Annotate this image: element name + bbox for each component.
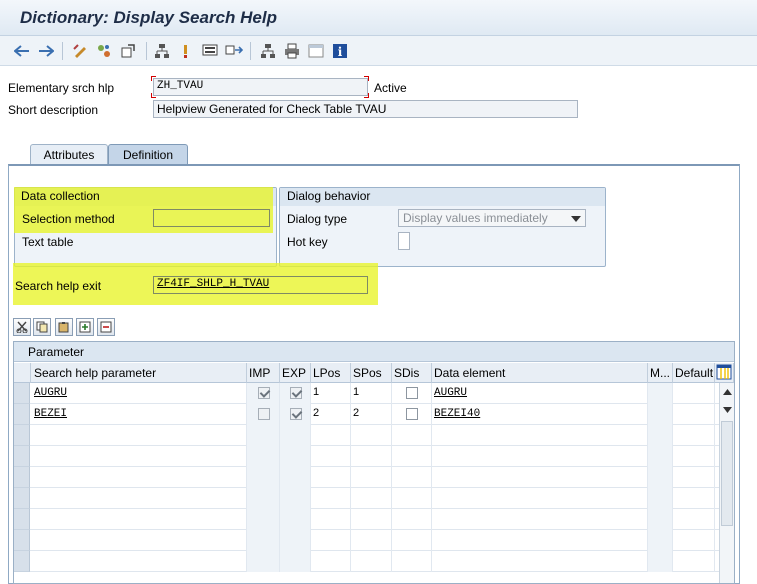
window-title: Dictionary: Display Search Help <box>20 8 277 27</box>
dialog-type-dropdown[interactable]: Display values immediately <box>398 209 586 227</box>
column-header-modify[interactable]: M... <box>648 363 673 383</box>
display-object-list-icon[interactable] <box>200 41 220 61</box>
lpos-value[interactable]: 1 <box>311 383 351 404</box>
tree-icon[interactable] <box>258 41 278 61</box>
default-cell[interactable] <box>673 404 715 425</box>
table-row[interactable] <box>14 530 719 551</box>
imp-checkbox[interactable] <box>258 387 270 399</box>
parameter-table-title: Parameter <box>28 345 85 359</box>
search-help-exit-label: Search help exit <box>15 279 102 293</box>
row-selector[interactable] <box>14 404 30 425</box>
scroll-down-icon[interactable] <box>723 407 732 413</box>
other-object-icon[interactable] <box>94 41 114 61</box>
elementary-search-help-field[interactable]: ZH_TVAU <box>153 78 368 96</box>
text-table-label: Text table <box>22 235 74 249</box>
selection-method-label: Selection method <box>22 212 115 226</box>
tab-definition[interactable]: Definition <box>108 144 188 165</box>
spos-value[interactable]: 2 <box>351 404 392 425</box>
sdis-checkbox[interactable] <box>406 408 418 420</box>
insert-row-icon[interactable] <box>76 318 94 336</box>
exp-checkbox[interactable] <box>290 387 302 399</box>
window-icon[interactable] <box>306 41 326 61</box>
sdis-checkbox[interactable] <box>406 387 418 399</box>
chevron-down-icon <box>571 216 581 222</box>
default-cell[interactable] <box>673 383 715 404</box>
hierarchy-icon[interactable] <box>152 41 172 61</box>
table-row[interactable] <box>14 425 719 446</box>
delete-row-icon[interactable] <box>97 318 115 336</box>
elementary-search-help-label: Elementary srch hlp <box>8 81 115 95</box>
tab-strip: Attributes Definition <box>10 144 740 165</box>
print-icon[interactable] <box>282 41 302 61</box>
data-collection-title: Data collection <box>21 189 100 203</box>
column-header-default[interactable]: Default <box>673 363 715 383</box>
select-all-header[interactable] <box>14 363 31 383</box>
parameter-table: Parameter Search help parameter IMP EXP … <box>13 341 735 584</box>
table-settings-icon[interactable] <box>715 363 734 383</box>
required-marker <box>364 76 369 81</box>
tab-attributes[interactable]: Attributes <box>30 144 108 165</box>
imp-checkbox[interactable] <box>258 408 270 420</box>
column-header-lpos[interactable]: LPos <box>311 363 351 383</box>
required-marker <box>364 93 369 98</box>
data-element-value[interactable]: BEZEI40 <box>434 408 480 420</box>
table-row[interactable]: AUGRU 1 1 AUGRU <box>14 383 719 404</box>
dialog-behavior-title: Dialog behavior <box>287 189 371 203</box>
column-header-data-element[interactable]: Data element <box>432 363 648 383</box>
required-marker <box>151 76 156 81</box>
application-toolbar: i <box>0 36 757 66</box>
scroll-thumb[interactable] <box>721 421 733 526</box>
table-row[interactable] <box>14 509 719 530</box>
short-description-field[interactable]: Helpview Generated for Check Table TVAU <box>153 100 578 118</box>
data-element-value[interactable]: AUGRU <box>434 387 467 399</box>
modify-cell <box>648 404 673 425</box>
column-header-exp[interactable]: EXP <box>280 363 311 383</box>
activate-icon[interactable] <box>118 41 138 61</box>
row-selector[interactable] <box>14 383 30 404</box>
parameter-table-title-bar: Parameter <box>14 342 734 362</box>
title-bar: Dictionary: Display Search Help <box>0 0 757 36</box>
vertical-scrollbar[interactable] <box>719 383 734 583</box>
edit-pencil-icon[interactable] <box>70 41 90 61</box>
back-arrow-icon[interactable] <box>12 41 32 61</box>
column-header-imp[interactable]: IMP <box>247 363 280 383</box>
param-name[interactable]: BEZEI <box>34 408 67 420</box>
table-row[interactable] <box>14 551 719 572</box>
required-marker <box>151 93 156 98</box>
selection-method-field[interactable] <box>153 209 270 227</box>
column-header-spos[interactable]: SPos <box>351 363 392 383</box>
search-help-exit-field[interactable]: ZF4IF_SHLP_H_TVAU <box>153 276 368 294</box>
info-icon[interactable]: i <box>330 41 350 61</box>
column-header-sdis[interactable]: SDis <box>392 363 432 383</box>
dialog-type-label: Dialog type <box>287 212 348 226</box>
hot-key-label: Hot key <box>287 235 328 249</box>
lpos-value[interactable]: 2 <box>311 404 351 425</box>
hot-key-field[interactable] <box>398 232 410 250</box>
modify-cell <box>648 383 673 404</box>
status-text: Active <box>374 81 407 95</box>
paste-icon[interactable] <box>55 318 73 336</box>
spos-value[interactable]: 1 <box>351 383 392 404</box>
scroll-up-icon[interactable] <box>723 389 732 395</box>
column-header-parameter[interactable]: Search help parameter <box>31 363 247 383</box>
short-description-label: Short description <box>8 103 99 117</box>
dialog-type-value: Display values immediately <box>403 211 548 225</box>
copy-icon[interactable] <box>33 318 51 336</box>
exp-checkbox[interactable] <box>290 408 302 420</box>
svg-text:i: i <box>338 45 343 59</box>
navigate-icon[interactable] <box>224 41 244 61</box>
cut-icon[interactable] <box>13 318 31 336</box>
table-row[interactable] <box>14 488 719 509</box>
table-row[interactable] <box>14 467 719 488</box>
forward-arrow-icon[interactable] <box>36 41 56 61</box>
table-row[interactable]: BEZEI 2 2 BEZEI40 <box>14 404 719 425</box>
where-used-icon[interactable] <box>176 41 196 61</box>
param-name[interactable]: AUGRU <box>34 387 67 399</box>
table-row[interactable] <box>14 446 719 467</box>
